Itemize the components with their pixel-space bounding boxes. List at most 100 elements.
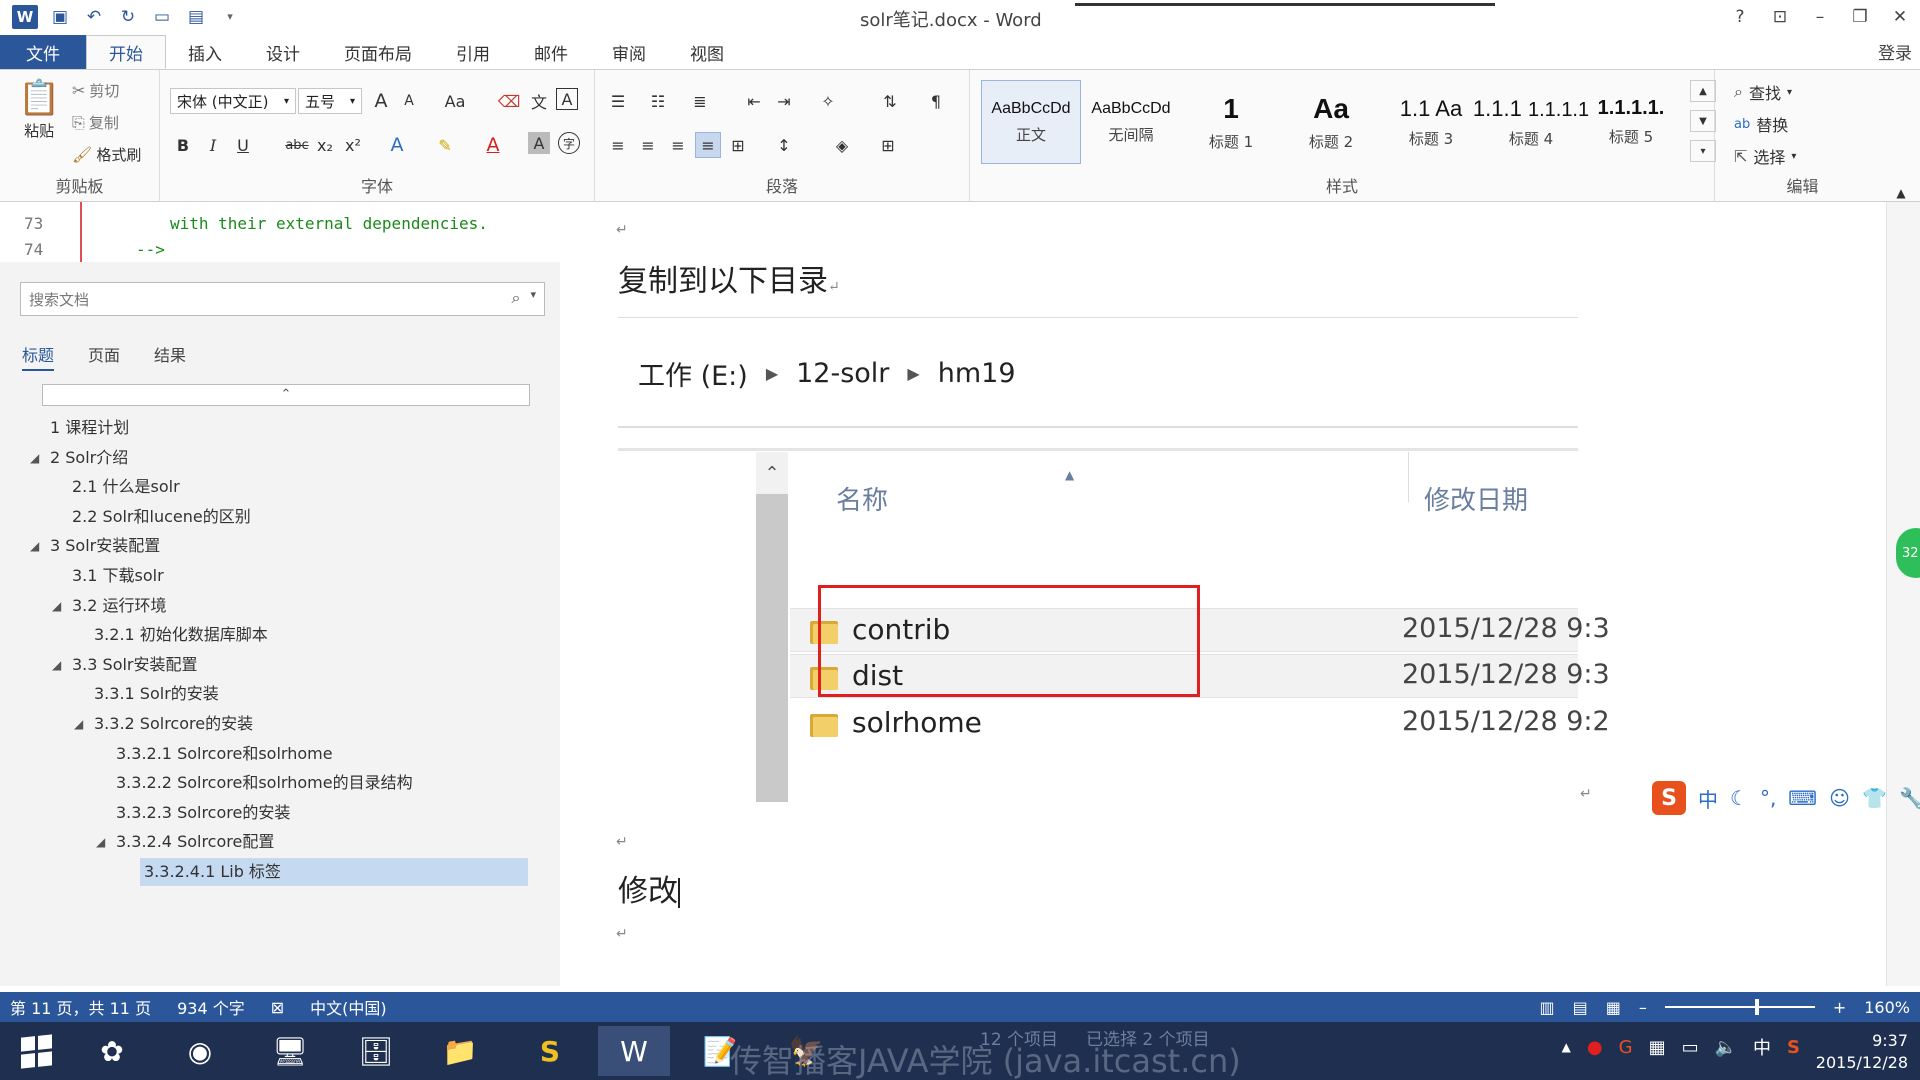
search-icon[interactable]: ⌕ — [512, 288, 521, 308]
language-indicator[interactable]: 中文(中国) — [310, 995, 387, 1019]
style-heading-5[interactable]: 1.1.1.1. 标题 5 — [1581, 80, 1681, 164]
shading-icon[interactable]: ◈ — [829, 132, 855, 158]
enclose-characters-icon[interactable]: 字 — [558, 132, 580, 154]
nav-heading-item[interactable]: 3.2.1 初始化数据库脚本 — [94, 621, 268, 649]
nav-heading-item[interactable]: ◢ 3.3.2.4 Solrcore配置 — [96, 828, 274, 856]
style-heading-3[interactable]: 1.1 Aa 标题 3 — [1381, 80, 1481, 164]
style-heading-1[interactable]: 1 标题 1 — [1181, 80, 1281, 164]
shrink-font-button[interactable]: A — [396, 88, 422, 114]
font-color-icon[interactable]: A — [480, 132, 506, 158]
phonetic-guide-icon[interactable]: 文 — [526, 88, 552, 114]
network-icon[interactable]: ▦ — [1649, 1037, 1666, 1058]
borders-icon[interactable]: ⊞ — [875, 132, 901, 158]
align-left-icon[interactable]: ≡ — [605, 132, 631, 158]
styles-scroll-down-icon[interactable]: ▼ — [1690, 110, 1716, 132]
security-icon[interactable]: ● — [1587, 1037, 1603, 1058]
nav-heading-item[interactable]: 3.3.2.1 Solrcore和solrhome — [116, 740, 333, 768]
find-button[interactable]: ⌕ 查找 ▾ — [1734, 80, 1792, 104]
proofing-icon[interactable]: ⊠ — [271, 998, 284, 1017]
nav-heading-item[interactable]: 3.3.2.4.1 Lib 标签 — [140, 858, 528, 886]
moon-icon[interactable]: ☾ — [1730, 786, 1748, 810]
minimize-icon[interactable]: – — [1800, 0, 1840, 33]
select-button[interactable]: ⇱ 选择 ▾ — [1734, 144, 1796, 168]
word-taskbar-icon[interactable]: W — [598, 1026, 670, 1076]
subscript-button[interactable]: x₂ — [312, 132, 338, 158]
nav-heading-item[interactable]: 3.3.2.3 Solrcore的安装 — [116, 799, 290, 827]
redo-icon[interactable]: ↻ — [116, 5, 140, 29]
tab-pages[interactable]: 页面 — [88, 342, 120, 371]
tab-results[interactable]: 结果 — [154, 342, 186, 371]
collapse-up-icon[interactable]: ⌃ — [42, 384, 530, 406]
touch-mode-icon[interactable]: ▭ — [150, 5, 174, 29]
sort-icon[interactable]: ⇅ — [877, 88, 903, 114]
nav-heading-item[interactable]: ◢ 3 Solr安装配置 — [30, 532, 160, 560]
clear-formatting-icon[interactable]: ⌫ — [496, 88, 522, 114]
tab-design[interactable]: 设计 — [244, 35, 322, 69]
tab-mailings[interactable]: 邮件 — [512, 35, 590, 69]
underline-button[interactable]: U — [230, 132, 256, 158]
highlight-icon[interactable]: ✎ — [432, 132, 458, 158]
tab-headings[interactable]: 标题 — [22, 342, 55, 371]
word-app-icon[interactable]: W — [12, 4, 38, 29]
bullets-icon[interactable]: ☰ — [605, 88, 631, 114]
show-marks-icon[interactable]: ¶ — [923, 88, 949, 114]
zoom-slider-knob[interactable] — [1754, 999, 1759, 1015]
style-heading-4[interactable]: 1.1.1 1.1.1.1 标题 4 — [1473, 80, 1589, 164]
line-spacing-icon[interactable]: ↕ — [771, 132, 797, 158]
bold-button[interactable]: B — [170, 132, 196, 158]
chrome-icon[interactable]: ◉ — [164, 1026, 236, 1076]
read-mode-icon[interactable]: ▥ — [1539, 998, 1554, 1017]
change-case-button[interactable]: Aa — [438, 88, 472, 114]
character-shading-icon[interactable]: A — [528, 132, 550, 154]
justify-icon[interactable]: ≡ — [695, 132, 721, 158]
tray-language[interactable]: 中 — [1753, 1034, 1771, 1060]
tab-insert[interactable]: 插入 — [166, 35, 244, 69]
sublime-icon[interactable]: S — [514, 1026, 586, 1076]
expand-triangle-icon[interactable]: ◢ — [52, 651, 61, 679]
superscript-button[interactable]: x² — [340, 132, 366, 158]
expand-triangle-icon[interactable]: ◢ — [30, 444, 39, 472]
file-cabinet-icon[interactable]: 🗄 — [340, 1026, 412, 1076]
keyboard-icon[interactable]: ⌨ — [1788, 786, 1817, 810]
new-document-icon[interactable]: ▤ — [184, 5, 208, 29]
align-center-icon[interactable]: ≡ — [635, 132, 661, 158]
shirt-icon[interactable]: 👕 — [1862, 786, 1887, 810]
help-button[interactable]: ? — [1720, 0, 1760, 33]
multilevel-list-icon[interactable]: ≣ — [687, 88, 713, 114]
nav-heading-item[interactable]: ◢ 3.3 Solr安装配置 — [52, 651, 198, 679]
increase-indent-icon[interactable]: ⇥ — [771, 88, 797, 114]
sogou-tray-icon[interactable]: S — [1787, 1037, 1800, 1058]
text-effects-icon[interactable]: A — [384, 132, 410, 158]
styles-scroll-up-icon[interactable]: ▲ — [1690, 80, 1716, 102]
nav-heading-item[interactable]: 1 课程计划 — [50, 414, 129, 442]
red-g-icon[interactable]: G — [1619, 1037, 1633, 1058]
ribbon-display-options-icon[interactable]: ⊡ — [1760, 0, 1800, 33]
zoom-level[interactable]: 160% — [1864, 998, 1910, 1017]
copy-button[interactable]: ⎘ 复制 — [72, 112, 119, 133]
numbering-icon[interactable]: ☷ — [645, 88, 671, 114]
replace-button[interactable]: ab 替换 — [1734, 112, 1788, 136]
paste-button[interactable]: 📋 粘贴 — [18, 78, 60, 141]
character-border-icon[interactable]: A — [556, 88, 578, 110]
cut-button[interactable]: ✂ 剪切 — [72, 80, 119, 101]
web-layout-icon[interactable]: ▦ — [1606, 998, 1621, 1017]
tab-references[interactable]: 引用 — [434, 35, 512, 69]
user-icon[interactable]: ☺ — [1829, 786, 1850, 810]
doc-heading-modify[interactable]: 修改 — [618, 866, 680, 910]
tab-page-layout[interactable]: 页面布局 — [322, 35, 434, 69]
customize-qat-icon[interactable]: ▾ — [218, 5, 242, 29]
style-no-spacing[interactable]: AaBbCcDd 无间隔 — [1081, 80, 1181, 164]
strikethrough-button[interactable]: abc — [280, 132, 314, 158]
tab-review[interactable]: 审阅 — [590, 35, 668, 69]
login-link[interactable]: 登录 — [1878, 39, 1912, 64]
nav-heading-item[interactable]: 3.3.1 Solr的安装 — [94, 680, 219, 708]
align-right-icon[interactable]: ≡ — [665, 132, 691, 158]
distributed-icon[interactable]: ⊞ — [725, 132, 751, 158]
restore-icon[interactable]: ❐ — [1840, 0, 1880, 33]
display-icon[interactable]: ▭ — [1682, 1037, 1699, 1058]
expand-triangle-icon[interactable]: ◢ — [96, 828, 105, 856]
document-scrollbar[interactable] — [1886, 202, 1920, 986]
expand-triangle-icon[interactable]: ◢ — [74, 710, 83, 738]
sogou-ime-icon[interactable]: S — [1652, 781, 1686, 815]
start-button[interactable] — [0, 1026, 72, 1076]
